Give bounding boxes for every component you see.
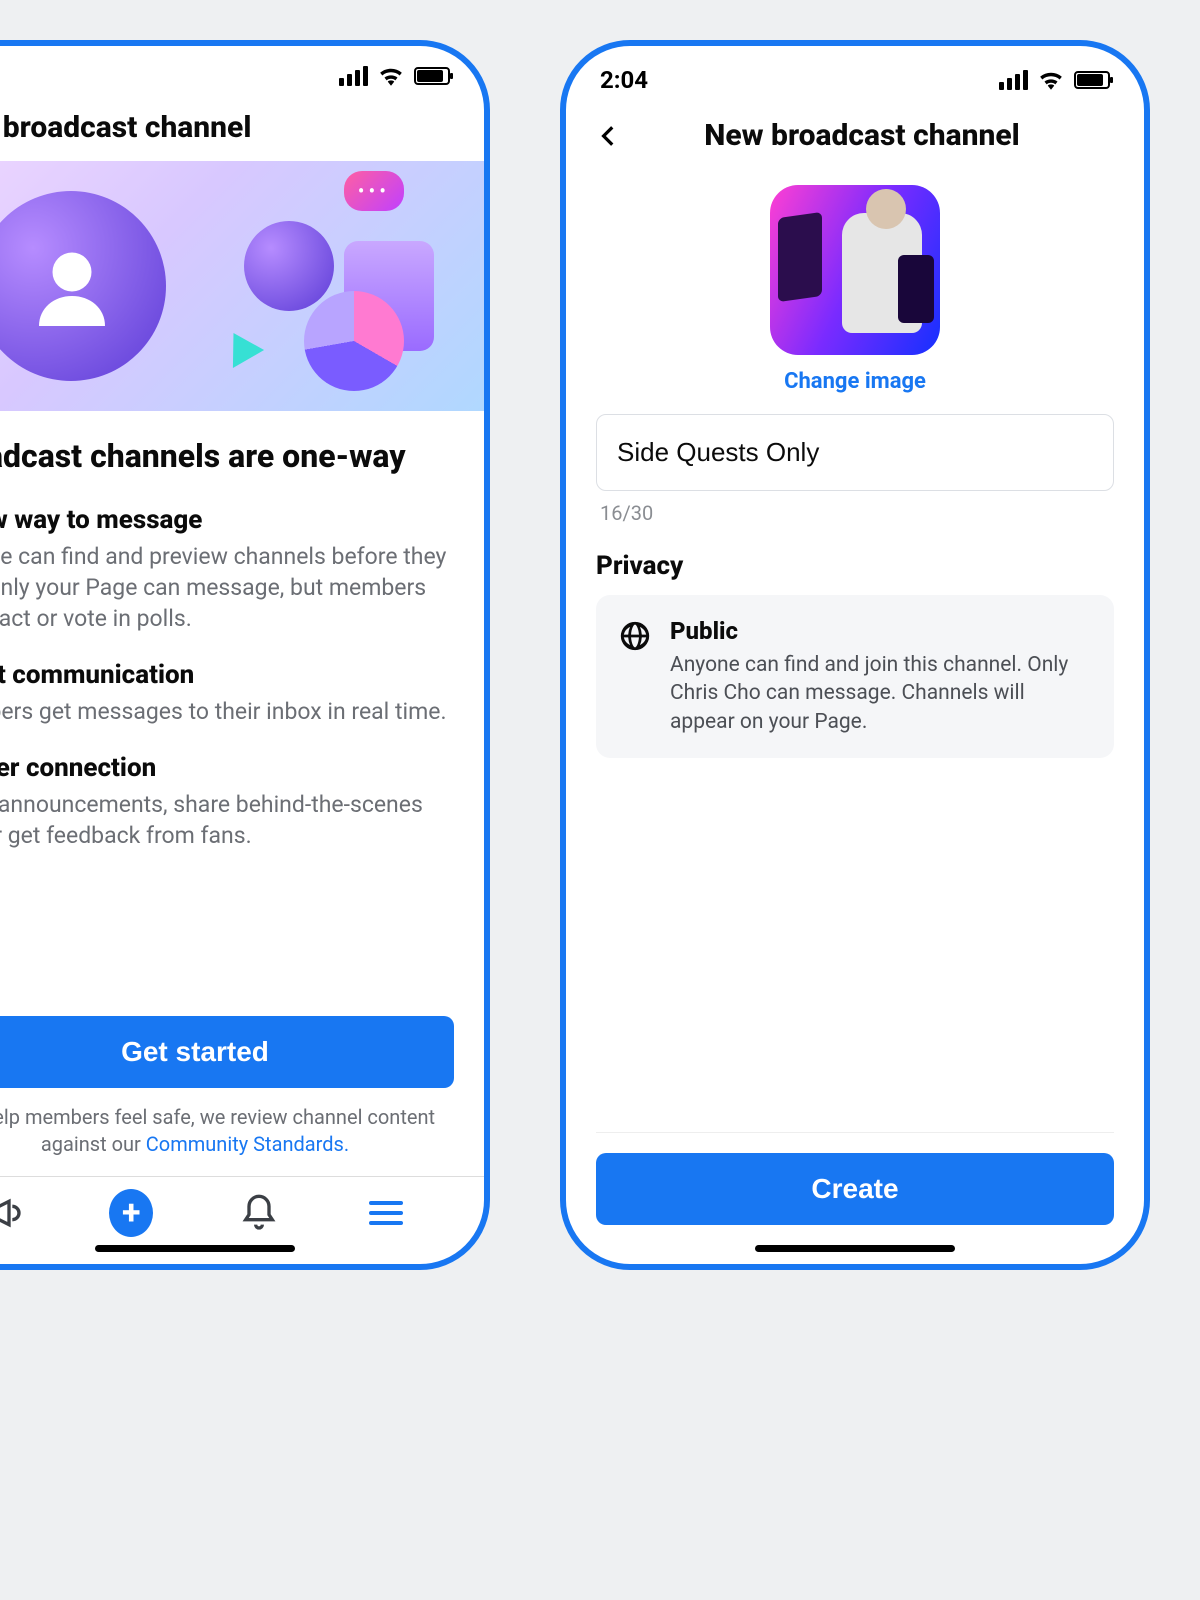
privacy-section-label: Privacy <box>596 551 1114 581</box>
privacy-option-body: Anyone can find and join this channel. O… <box>670 651 1092 736</box>
tab-bar: + <box>0 1176 484 1239</box>
channel-image[interactable] <box>770 185 940 355</box>
feature-title: Direct communication <box>0 660 454 690</box>
feature-item: Direct communication Members get message… <box>0 660 454 727</box>
plus-icon: + <box>109 1189 153 1237</box>
privacy-option-public[interactable]: Public Anyone can find and join this cha… <box>596 595 1114 758</box>
disclaimer-text: To help members feel safe, we review cha… <box>0 1104 454 1158</box>
char-count: 16/30 <box>600 501 1114 525</box>
tab-megaphone[interactable] <box>0 1191 26 1235</box>
cellular-icon <box>999 70 1028 90</box>
create-button[interactable]: Create <box>596 1153 1114 1225</box>
feature-title: A new way to message <box>0 505 454 535</box>
globe-icon <box>618 619 652 653</box>
header: New broadcast channel <box>0 92 484 161</box>
status-indicators <box>999 70 1110 90</box>
battery-icon <box>1074 71 1110 89</box>
channel-name-input[interactable] <box>596 414 1114 491</box>
tab-create[interactable]: + <box>109 1191 153 1235</box>
feature-item: A new way to message Anyone can find and… <box>0 505 454 634</box>
status-bar: 2:04 <box>566 46 1144 100</box>
get-started-button[interactable]: Get started <box>0 1016 454 1088</box>
privacy-option-title: Public <box>670 617 1092 645</box>
pie-shape-icon <box>304 291 404 391</box>
menu-icon <box>369 1201 403 1225</box>
megaphone-icon <box>0 1193 24 1233</box>
feature-body: Anyone can find and preview channels bef… <box>0 541 454 634</box>
hero-illustration: + ••• ••• <box>0 161 484 411</box>
status-indicators <box>339 66 450 86</box>
page-title: New broadcast channel <box>610 118 1114 153</box>
status-time: 2:04 <box>600 66 648 94</box>
feature-body: Make announcements, share behind-the-sce… <box>0 789 454 851</box>
blob-shape-icon <box>244 221 334 311</box>
page-title: New broadcast channel <box>0 110 454 145</box>
battery-icon <box>414 67 450 85</box>
cursor-icon <box>218 324 264 368</box>
feature-title: Deeper connection <box>0 753 454 783</box>
feature-item: Deeper connection Make announcements, sh… <box>0 753 454 851</box>
speech-bubble-icon: ••• <box>344 171 404 211</box>
phone-create-screen: 2:04 New broadcast channel Change image <box>560 40 1150 1270</box>
phone-intro-screen: New broadcast channel + ••• ••• Broadcas… <box>0 40 490 1270</box>
home-indicator <box>755 1245 955 1252</box>
headline: Broadcast channels are one-way <box>0 437 454 475</box>
feature-body: Members get messages to their inbox in r… <box>0 696 454 727</box>
tab-menu[interactable] <box>364 1191 408 1235</box>
community-standards-link[interactable]: Community Standards. <box>146 1132 349 1156</box>
change-image-link[interactable]: Change image <box>784 369 926 394</box>
home-indicator <box>95 1245 295 1252</box>
cellular-icon <box>339 66 368 86</box>
avatar-icon <box>24 239 120 335</box>
status-bar <box>0 46 484 92</box>
header: New broadcast channel <box>566 100 1144 169</box>
divider <box>596 1132 1114 1133</box>
tab-notifications[interactable] <box>237 1191 281 1235</box>
wifi-icon <box>1038 70 1064 90</box>
bell-icon <box>239 1193 279 1233</box>
wifi-icon <box>378 66 404 86</box>
